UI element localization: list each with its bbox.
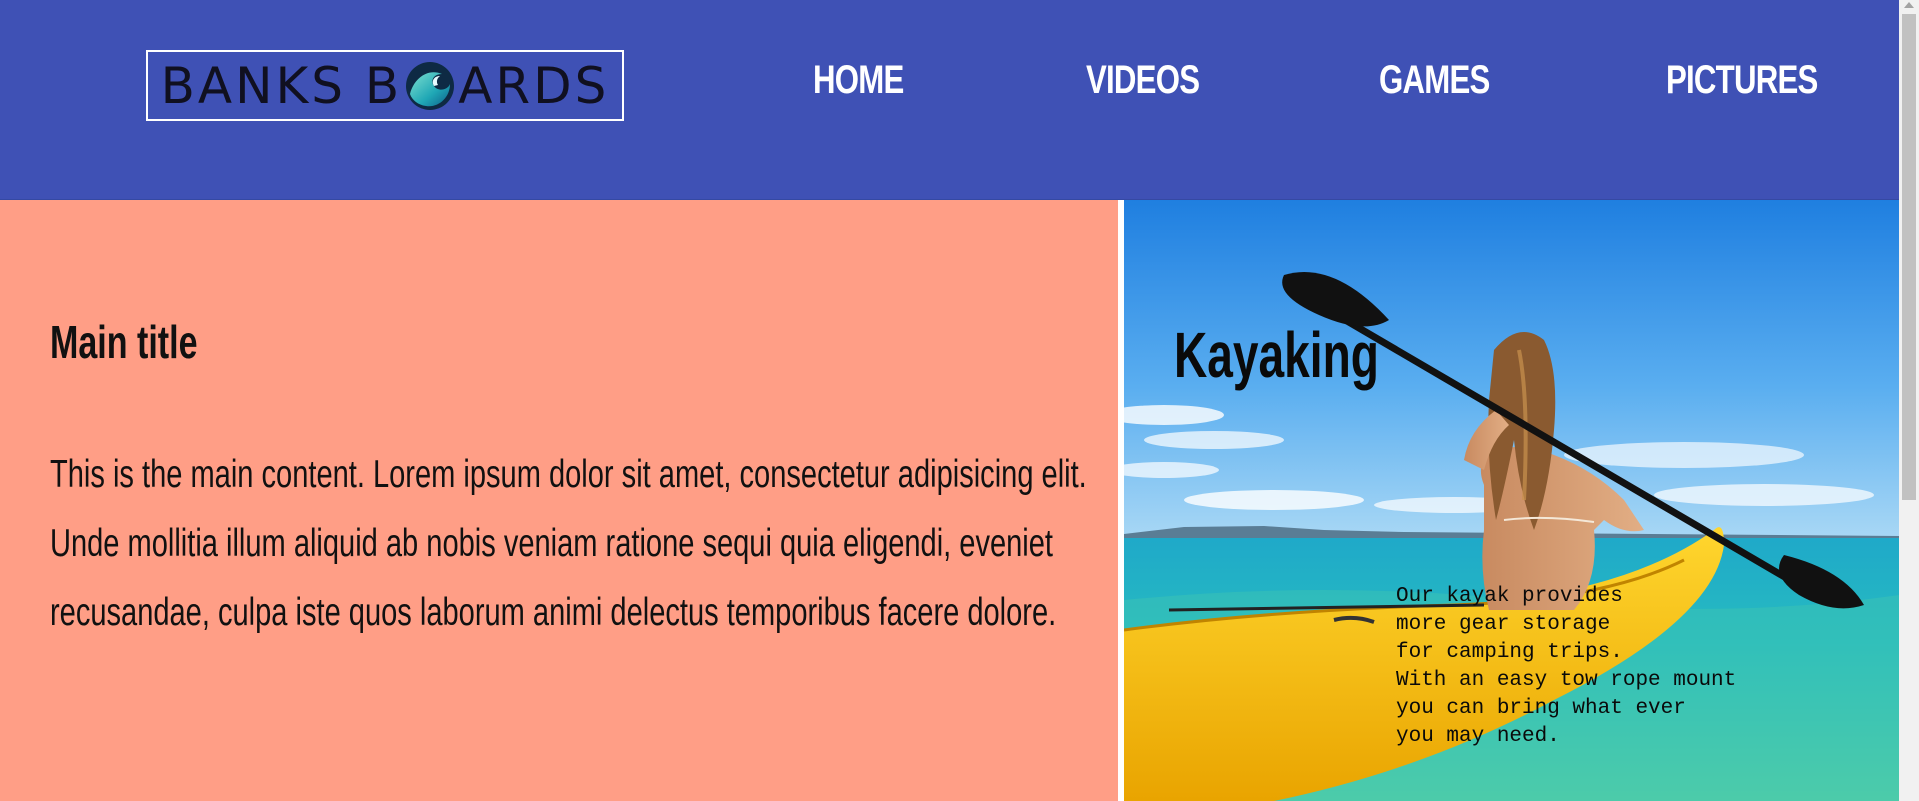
logo-text: BANKS B ARDS [161, 60, 610, 112]
scrollbar-thumb[interactable] [1902, 14, 1916, 500]
site-header: BANKS B ARDS HOME VIDEOS GAMES PICTURES [0, 0, 1899, 200]
scroll-up-arrow-icon[interactable] [1904, 2, 1914, 8]
feature-title: Kayaking [1174, 319, 1379, 391]
feature-section: Kayaking Our kayak provides more gear st… [1124, 200, 1899, 801]
site-logo[interactable]: BANKS B ARDS [146, 50, 624, 121]
vertical-scrollbar[interactable] [1899, 0, 1919, 801]
wave-icon [406, 61, 455, 110]
nav-pictures[interactable]: PICTURES [1666, 58, 1818, 103]
logo-text-left: BANKS B [160, 56, 403, 115]
page: BANKS B ARDS HOME VIDEOS GAMES PICTURES … [0, 0, 1919, 801]
main-content: This is the main content. Lorem ipsum do… [50, 453, 1087, 634]
feature-description: Our kayak provides more gear storage for… [1396, 585, 1737, 748]
nav-games[interactable]: GAMES [1379, 58, 1490, 103]
main-title: Main title [50, 316, 198, 368]
nav-videos[interactable]: VIDEOS [1086, 58, 1200, 103]
nav-home[interactable]: HOME [813, 58, 904, 103]
main-section: Main title This is the main content. Lor… [0, 200, 1118, 801]
logo-text-right: ARDS [458, 56, 610, 115]
